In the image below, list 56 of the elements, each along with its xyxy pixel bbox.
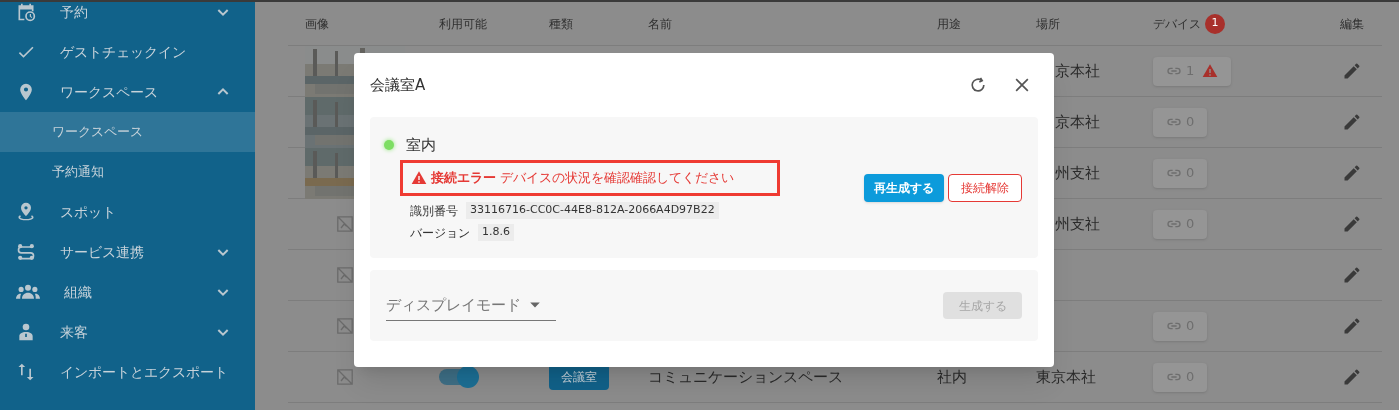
up-down-arrows-icon: [16, 362, 36, 382]
edit-pencil-icon[interactable]: [1342, 367, 1362, 387]
route-icon: [16, 242, 36, 262]
column-header: 編集: [1340, 15, 1364, 33]
pin-on-spot-icon: [16, 202, 36, 222]
version-label: バージョン: [410, 224, 470, 242]
sidebar-item[interactable]: 予約: [0, 0, 255, 32]
sidebar-item[interactable]: スポット: [0, 192, 255, 232]
usage-text: 社内: [937, 366, 967, 388]
column-header: 画像: [305, 15, 329, 33]
location-text: 州支社: [1055, 213, 1100, 235]
sidebar-subitem[interactable]: 予約通知: [0, 152, 255, 192]
sidebar-item[interactable]: 組織: [0, 272, 255, 312]
id-value: 33116716-CC0C-44E8-812A-2066A4D97B22: [466, 202, 719, 219]
device-name: 室内: [406, 134, 436, 156]
sidebar-item[interactable]: サービス連携: [0, 232, 255, 272]
location-text: 京本社: [1055, 111, 1100, 133]
edit-pencil-icon[interactable]: [1342, 265, 1362, 285]
regenerate-button[interactable]: 再生成する: [864, 173, 944, 202]
edit-pencil-icon[interactable]: [1342, 316, 1362, 336]
disconnect-button[interactable]: 接続解除: [948, 173, 1022, 202]
broken-image-icon: [337, 216, 353, 232]
sidebar-subitem[interactable]: ワークスペース: [0, 112, 255, 152]
column-header: 用途: [937, 15, 961, 33]
space-name: コミュニケーションスペース: [648, 366, 843, 388]
sidebar-item[interactable]: 来客: [0, 312, 255, 352]
warning-icon: [411, 169, 427, 186]
broken-image-icon: [337, 318, 353, 334]
column-header: 名前: [648, 15, 672, 33]
column-header: 利用可能: [439, 15, 487, 33]
broken-image-icon: [337, 267, 353, 283]
sidebar-item[interactable]: ゲストチェックイン: [0, 32, 255, 72]
sidebar-item[interactable]: ワークスペース: [0, 72, 255, 112]
error-text: 接続エラー デバイスの状況を確認確認してください: [431, 169, 735, 187]
column-header: 場所: [1036, 15, 1060, 33]
version-value: 1.8.6: [478, 224, 514, 241]
alert-count-badge: 1: [1205, 13, 1225, 34]
id-label: 識別番号: [410, 202, 458, 220]
edit-pencil-icon[interactable]: [1342, 214, 1362, 234]
refresh-icon[interactable]: [968, 75, 988, 95]
edit-pencil-icon[interactable]: [1342, 163, 1362, 183]
column-header: デバイス: [1153, 15, 1201, 33]
dialog-title: 会議室A: [370, 74, 426, 96]
person-badge-icon: [16, 322, 36, 342]
people-group-icon: [16, 282, 40, 302]
column-header: 種類: [549, 15, 573, 33]
location-text: 東京本社: [1036, 366, 1096, 388]
edit-pencil-icon[interactable]: [1342, 112, 1362, 132]
warning-icon: [1202, 63, 1219, 79]
edit-pencil-icon[interactable]: [1342, 61, 1362, 81]
location-text: 京本社: [1055, 60, 1100, 82]
sidebar-item[interactable]: インポートとエクスポート: [0, 352, 255, 392]
location-text: 州支社: [1055, 162, 1100, 184]
broken-image-icon: [337, 369, 353, 385]
display-mode-select[interactable]: ディスプレイモード: [386, 290, 556, 321]
calendar-clock-icon: [16, 2, 36, 22]
